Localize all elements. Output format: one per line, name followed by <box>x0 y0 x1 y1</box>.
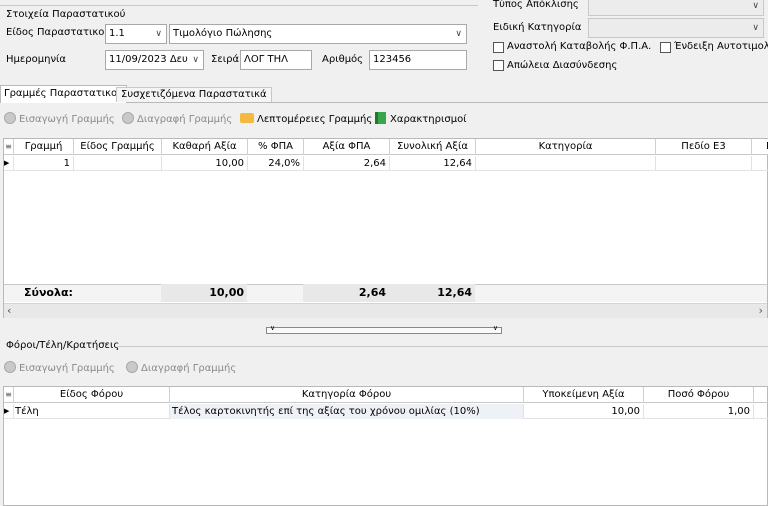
special-category-label: Ειδική Κατηγορία <box>493 22 582 33</box>
add-circle-icon <box>4 361 16 373</box>
col-header-e3[interactable]: Πεδίο Ε3 <box>656 139 752 155</box>
tab-invoice-lines[interactable]: Γραμμές Παραστατικού <box>0 85 127 103</box>
doc-type-label: Είδος Παραστατικού <box>6 27 111 38</box>
self-invoice-label: Ένδειξη Αυτοτιμολ. <box>674 41 768 52</box>
exemption-select[interactable]: ∨ <box>588 0 764 16</box>
cell-e3[interactable] <box>656 156 752 171</box>
tax-insert-line-button[interactable]: Εισαγωγή Γραμμής <box>4 361 115 377</box>
connection-loss-label: Απώλεια Διασύνδεσης <box>507 60 618 71</box>
cell-net[interactable]: 10,00 <box>162 156 248 171</box>
col-header-total[interactable]: Συνολική Αξία <box>390 139 476 155</box>
doc-type-code-value: 1.1 <box>109 28 125 39</box>
tax-insert-line-label: Εισαγωγή Γραμμής <box>19 363 115 374</box>
cell-type[interactable] <box>74 156 162 171</box>
date-value: 11/09/2023 Δευ <box>109 54 188 65</box>
splitter-handle[interactable]: ∨ ∨ <box>266 324 502 334</box>
chevron-down-icon: ∨ <box>752 23 759 33</box>
date-picker[interactable]: 11/09/2023 Δευ ∨ <box>105 50 204 70</box>
col-header-more[interactable]: Π <box>752 139 768 155</box>
chevron-down-icon: ∨ <box>752 1 759 11</box>
col-header-net[interactable]: Καθαρή Αξία <box>162 139 248 155</box>
number-label: Αριθμός <box>322 54 364 65</box>
taxes-title: Φόροι/Τέλη/Κρατήσεις <box>6 340 120 351</box>
date-label: Ημερομηνία <box>6 54 67 65</box>
collapse-up-icon: ∨ <box>270 324 276 332</box>
header-top-border <box>0 0 478 6</box>
col-header-category[interactable]: Κατηγορία <box>476 139 656 155</box>
col-header-tax-category[interactable]: Κατηγορία Φόρου <box>170 387 524 403</box>
line-details-button[interactable]: Λεπτομέρειες Γραμμής <box>240 112 372 128</box>
series-label: Σειρά <box>211 54 240 65</box>
chevron-down-icon: ∨ <box>192 55 199 65</box>
vat-suspension-label: Αναστολή Καταβολής Φ.Π.Α. <box>507 41 652 52</box>
insert-line-label: Εισαγωγή Γραμμής <box>19 114 115 125</box>
characterizations-label: Χαρακτηρισμοί <box>390 114 467 125</box>
taxes-grid-header: ≡ Είδος Φόρου Κατηγορία Φόρου Υποκείμενη… <box>4 387 768 403</box>
connection-loss-checkbox[interactable] <box>493 60 504 71</box>
chevron-down-icon: ∨ <box>455 29 462 39</box>
delete-line-button[interactable]: Διαγραφή Γραμμής <box>122 112 232 128</box>
exemption-label: Τύπος Απόκλισης <box>493 0 579 10</box>
vat-suspension-checkbox[interactable] <box>493 42 504 53</box>
line-details-label: Λεπτομέρειες Γραμμής <box>257 114 373 125</box>
number-value: 123456 <box>373 54 412 65</box>
horizontal-scrollbar[interactable]: ‹ › <box>4 303 767 318</box>
row-selector-icon: ≡ <box>4 387 14 403</box>
self-invoice-checkbox[interactable] <box>660 42 671 53</box>
doc-type-name-select[interactable]: Τιμολόγιο Πώλησης ∨ <box>169 24 467 44</box>
tab-related-docs[interactable]: Συσχετιζόμενα Παραστατικά <box>116 87 272 102</box>
doc-type-name-value: Τιμολόγιο Πώλησης <box>173 28 273 39</box>
folder-icon <box>240 113 254 123</box>
row-selector-icon: ≡ <box>4 139 14 155</box>
total-net: 10,00 <box>161 284 247 302</box>
book-icon <box>375 112 386 124</box>
cell-category[interactable] <box>476 156 656 171</box>
doc-group-title: Στοιχεία Παραστατικού <box>6 9 126 20</box>
chevron-down-icon: ∨ <box>155 29 162 39</box>
remove-circle-icon <box>126 361 138 373</box>
row-indicator-icon: ▶ <box>4 404 14 419</box>
series-input[interactable]: ΛΟΓ ΤΗΛ <box>240 50 312 70</box>
cell-vat-pct[interactable]: 24,0% <box>248 156 304 171</box>
col-header-tax-amount[interactable]: Ποσό Φόρου <box>644 387 754 403</box>
delete-line-label: Διαγραφή Γραμμής <box>137 114 233 125</box>
cell-tax-base[interactable]: 10,00 <box>524 404 644 419</box>
lines-grid-header: ≡ Γραμμή Είδος Γραμμής Καθαρή Αξία % ΦΠΑ… <box>4 139 768 155</box>
tax-delete-line-button[interactable]: Διαγραφή Γραμμής <box>126 361 236 377</box>
cell-tax-amount[interactable]: 1,00 <box>644 404 754 419</box>
cell-line[interactable]: 1 <box>14 156 74 171</box>
col-header-type[interactable]: Είδος Γραμμής <box>74 139 162 155</box>
totals-label: Σύνολα: <box>24 286 73 299</box>
remove-circle-icon <box>122 112 134 124</box>
add-circle-icon <box>4 112 16 124</box>
row-indicator-icon: ▶ <box>4 156 14 171</box>
cell-total[interactable]: 12,64 <box>390 156 476 171</box>
cell-tax-type[interactable]: Τέλη <box>14 404 170 419</box>
collapse-down-icon: ∨ <box>492 324 498 332</box>
special-category-select[interactable]: ∨ <box>588 18 764 38</box>
total-vat: 2,64 <box>303 284 389 302</box>
col-header-tax-type[interactable]: Είδος Φόρου <box>14 387 170 403</box>
series-value: ΛΟΓ ΤΗΛ <box>244 54 288 65</box>
table-row[interactable]: ▶ 1 10,00 24,0% 2,64 12,64 <box>4 156 768 171</box>
col-header-vat[interactable]: Αξία ΦΠΑ <box>304 139 390 155</box>
number-input[interactable]: 123456 <box>369 50 467 70</box>
cell-tax-category[interactable]: Τέλος καρτοκινητής επί της αξίας του χρό… <box>170 404 524 419</box>
doc-type-code-select[interactable]: 1.1 ∨ <box>105 24 167 44</box>
scroll-left-icon[interactable]: ‹ <box>7 304 11 318</box>
col-header-line[interactable]: Γραμμή <box>14 139 74 155</box>
table-row[interactable]: ▶ Τέλη Τέλος καρτοκινητής επί της αξίας … <box>4 404 768 419</box>
insert-line-button[interactable]: Εισαγωγή Γραμμής <box>4 112 115 128</box>
total-total: 12,64 <box>389 284 475 302</box>
tax-delete-line-label: Διαγραφή Γραμμής <box>141 363 237 374</box>
taxes-grid: ≡ Είδος Φόρου Κατηγορία Φόρου Υποκείμενη… <box>3 386 768 506</box>
cell-vat[interactable]: 2,64 <box>304 156 390 171</box>
characterizations-button[interactable]: Χαρακτηρισμοί <box>375 112 467 128</box>
scroll-right-icon[interactable]: › <box>759 304 763 318</box>
col-header-tax-base[interactable]: Υποκείμενη Αξία <box>524 387 644 403</box>
taxes-title-line <box>118 346 768 347</box>
col-header-vat-pct[interactable]: % ΦΠΑ <box>248 139 304 155</box>
